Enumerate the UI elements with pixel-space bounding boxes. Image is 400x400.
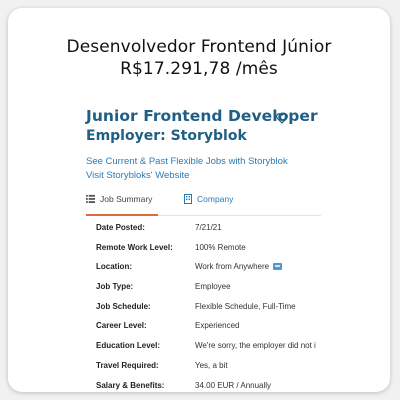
detail-label: Salary & Benefits: (96, 380, 165, 390)
detail-row-travel-required: Travel Required: Yes, a bit (96, 360, 336, 380)
detail-value: Experienced (195, 321, 240, 331)
detail-row-date-posted: Date Posted: 7/21/21 (96, 222, 336, 242)
detail-value: 100% Remote (195, 242, 246, 252)
detail-row-salary-benefits: Salary & Benefits: 34.00 EUR / Annually (96, 380, 336, 393)
job-details: Date Posted: 7/21/21 Remote Work Level: … (96, 222, 336, 392)
detail-label: Job Type: (96, 282, 134, 292)
detail-value: We're sorry, the employer did not i (195, 341, 316, 351)
detail-row-job-schedule: Job Schedule: Flexible Schedule, Full-Ti… (96, 301, 336, 321)
past-jobs-link[interactable]: See Current & Past Flexible Jobs with St… (86, 156, 288, 167)
building-icon (184, 194, 192, 204)
employer-name: Employer: Storyblok (86, 128, 247, 144)
list-icon (86, 194, 95, 203)
tab-job-summary[interactable]: Job Summary (86, 194, 158, 216)
detail-label: Job Schedule: (96, 301, 151, 311)
detail-value: Employee (195, 282, 231, 292)
detail-value: Yes, a bit (195, 360, 228, 370)
heart-icon[interactable] (275, 111, 289, 125)
tab-label: Company (197, 194, 234, 204)
detail-value-wrap: Work from Anywhere (195, 261, 283, 273)
translated-job-title: Desenvolvedor Frontend Júnior (66, 37, 332, 57)
detail-row-remote-level: Remote Work Level: 100% Remote (96, 242, 336, 262)
tab-label: Job Summary (100, 194, 153, 204)
detail-row-job-type: Job Type: Employee (96, 281, 336, 301)
detail-value: Work from Anywhere (195, 262, 270, 272)
location-info-icon[interactable] (273, 263, 283, 271)
job-card: Desenvolvedor Frontend Júnior R$17.291,7… (8, 8, 390, 392)
detail-row-education-level: Education Level: We're sorry, the employ… (96, 340, 336, 360)
detail-row-location: Location: Work from Anywhere (96, 261, 336, 281)
detail-label: Travel Required: (96, 360, 159, 370)
detail-label: Education Level: (96, 341, 161, 351)
detail-value: 34.00 EUR / Annually (195, 380, 272, 390)
tab-bar: Job Summary Company (86, 194, 321, 216)
detail-value: 7/21/21 (195, 223, 222, 232)
company-website-link[interactable]: Visit Storybloks' Website (86, 170, 189, 181)
detail-value: Flexible Schedule, Full-Time (195, 301, 296, 311)
detail-label: Date Posted: (96, 223, 145, 232)
detail-label: Remote Work Level: (96, 242, 173, 252)
detail-label: Career Level: (96, 321, 147, 331)
salary-headline: R$17.291,78 /mês (120, 59, 278, 79)
tab-company[interactable]: Company (184, 194, 233, 214)
detail-label: Location: (96, 262, 132, 272)
detail-row-career-level: Career Level: Experienced (96, 320, 336, 340)
